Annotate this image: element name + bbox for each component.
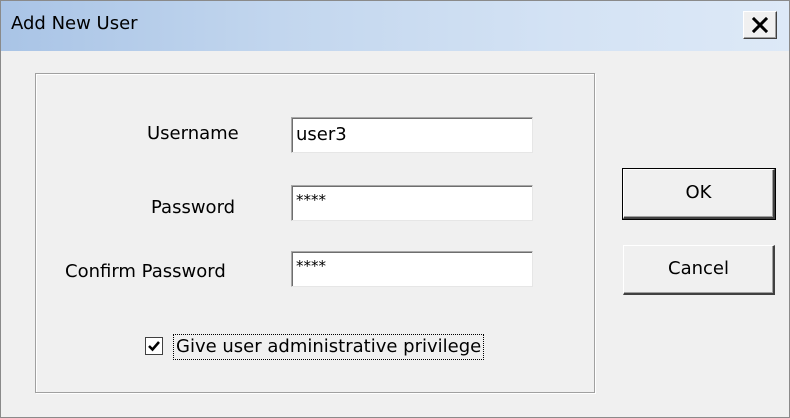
admin-privilege-checkbox[interactable] — [145, 337, 163, 355]
password-label: Password — [151, 197, 236, 218]
close-button[interactable] — [743, 11, 777, 39]
username-input[interactable]: user3 — [291, 117, 533, 153]
cancel-button[interactable]: Cancel — [623, 245, 775, 295]
confirm-password-input[interactable]: **** — [291, 251, 533, 287]
ok-button[interactable]: OK — [622, 168, 776, 220]
close-icon — [752, 17, 768, 33]
admin-privilege-label[interactable]: Give user administrative privilege — [172, 334, 485, 360]
dialog-title: Add New User — [11, 13, 138, 34]
add-user-dialog: Add New User Username user3 Password ***… — [0, 0, 790, 418]
checkmark-icon — [148, 341, 160, 352]
password-input[interactable]: **** — [291, 185, 533, 221]
confirm-password-label: Confirm Password — [65, 261, 226, 282]
username-label: Username — [147, 123, 239, 144]
title-bar[interactable]: Add New User — [1, 1, 789, 51]
